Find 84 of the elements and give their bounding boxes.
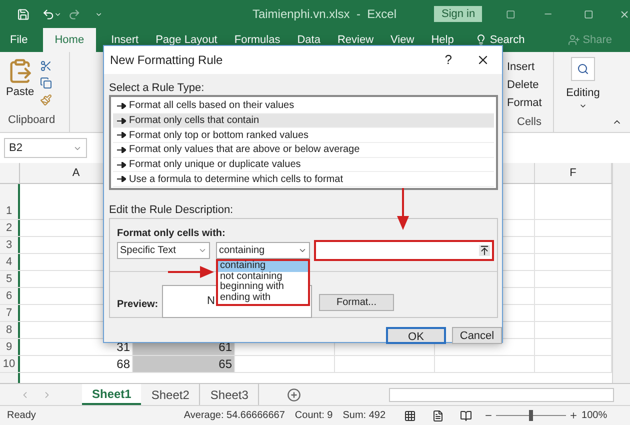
vertical-scrollbar[interactable] (612, 163, 630, 383)
search-icon (577, 63, 589, 75)
format-button[interactable]: Format... (319, 294, 394, 311)
undo-icon[interactable] (42, 6, 54, 22)
scissors-icon[interactable] (40, 60, 52, 72)
bullet-arrow-icon (117, 176, 126, 182)
ribbon-display-icon[interactable] (506, 8, 516, 20)
zoom-level[interactable]: 100% (582, 408, 608, 423)
help-button[interactable]: ? (444, 50, 452, 70)
section-label: Select a Rule Type: (109, 81, 206, 94)
new-sheet-icon[interactable] (287, 388, 302, 402)
close-icon[interactable] (476, 53, 490, 67)
ribbon-tab[interactable]: Data (295, 28, 322, 52)
rule-type-item[interactable]: Use a formula to determine which cells to format (113, 172, 494, 188)
ribbon-tab[interactable]: Review (335, 28, 376, 52)
zoom-in-icon[interactable] (568, 411, 578, 420)
page-layout-icon[interactable] (432, 410, 444, 422)
ribbon-tab[interactable]: Formulas (232, 28, 282, 52)
ribbon-tab[interactable]: Help (429, 28, 456, 52)
format-with-label: Format only cells with: (117, 227, 226, 241)
find-button[interactable] (571, 57, 595, 81)
count-readout: Count: 9 (294, 409, 333, 423)
arrow-icon (397, 188, 409, 230)
table-cell-text: 68 (116, 356, 130, 373)
preview-text: N (207, 294, 215, 310)
name-box[interactable]: B2 (4, 138, 87, 158)
tell-me-search[interactable]: Search (490, 32, 525, 48)
arrow-icon (168, 266, 214, 278)
ribbon-tab[interactable]: Home (42, 28, 96, 52)
brush-icon[interactable] (40, 94, 52, 106)
sum-readout: Sum: 492 (342, 409, 386, 423)
cancel-button[interactable]: Cancel (452, 327, 502, 344)
status-text: Ready (7, 409, 36, 423)
row-number[interactable]: 1 (6, 202, 12, 219)
ribbon-tab[interactable]: View (388, 28, 416, 52)
dropdown-option[interactable]: containing (218, 261, 308, 272)
horizontal-scrollbar[interactable] (389, 388, 614, 402)
editing-button[interactable]: Editing (566, 85, 600, 102)
bullet-arrow-icon (117, 132, 126, 138)
sheet-tab[interactable]: Sheet1 (82, 384, 142, 405)
caret-icon (198, 246, 207, 255)
dropdown-option[interactable]: not containing (218, 272, 308, 282)
collapse-dialog-icon[interactable] (479, 245, 490, 256)
rule-type-item[interactable]: Format only top or bottom ranked values (113, 128, 494, 144)
operator-combo[interactable]: containing (216, 242, 310, 259)
maximize-icon[interactable] (584, 8, 593, 20)
table-cell-text: 31 (116, 339, 130, 356)
dropdown-option[interactable]: beginning with (218, 282, 308, 294)
bullet-arrow-icon (117, 162, 126, 168)
rule-type-item[interactable]: Format only values that are above or below average (113, 143, 494, 158)
ok-button[interactable]: OK (386, 327, 446, 344)
save-icon[interactable] (17, 6, 30, 22)
zoom-slider-thumb[interactable] (528, 410, 533, 421)
cells-command[interactable]: Delete (507, 76, 553, 94)
value-field[interactable] (314, 240, 494, 261)
rule-type-item[interactable]: Format only unique or duplicate values (113, 158, 494, 172)
caret-icon (298, 246, 307, 255)
dropdown-option[interactable]: ending with (218, 293, 308, 304)
section-label: Edit the Rule Description: (109, 203, 234, 216)
dialog-title: New Formatting Rule (110, 52, 223, 69)
window-title: Taimienphi.vn.xlsx - Excel (252, 6, 396, 23)
ribbon-tab[interactable]: File (8, 28, 30, 52)
page-break-icon[interactable] (460, 410, 472, 422)
cells-command[interactable]: Insert (507, 58, 553, 76)
preview-label: Preview: (117, 298, 158, 312)
normal-view-icon[interactable] (404, 410, 416, 422)
sign-in-button[interactable]: Sign in (434, 6, 482, 22)
ribbon-tab[interactable]: Page Layout (154, 28, 220, 52)
average-readout: Average: 54.66666667 (184, 409, 285, 423)
cells-command[interactable]: Format (507, 94, 553, 112)
rule-type-item[interactable]: Format only cells that contain (113, 114, 494, 128)
ribbon-tab[interactable]: Insert (109, 28, 141, 52)
table-cell-text: 65 (218, 356, 232, 373)
bullet-arrow-icon (117, 146, 126, 153)
table-cell-text: 61 (218, 339, 232, 356)
paste-button[interactable]: Paste (6, 84, 34, 100)
rule-type-combo[interactable]: Specific Text (117, 242, 210, 259)
group-label: Cells (516, 115, 542, 130)
copy-icon[interactable] (40, 77, 52, 89)
bullet-arrow-icon (117, 118, 126, 124)
bullet-arrow-icon (117, 102, 126, 109)
column-header[interactable]: A (72, 164, 80, 182)
group-label: Clipboard (7, 112, 56, 128)
column-header[interactable]: F (570, 164, 576, 182)
